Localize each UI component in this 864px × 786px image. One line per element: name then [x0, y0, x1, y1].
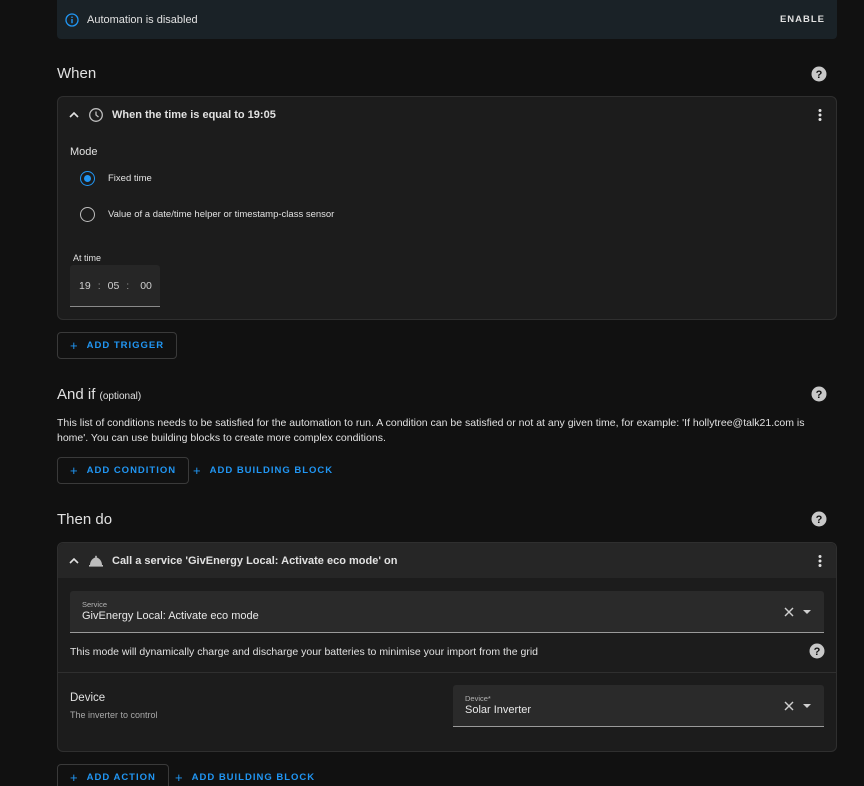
add-trigger-label: ADD TRIGGER [86, 340, 165, 351]
help-icon[interactable]: ? [811, 386, 827, 402]
plus-icon: + [70, 338, 78, 353]
device-subtitle: The inverter to control [70, 710, 158, 720]
action-header[interactable]: Call a service 'GivEnergy Local: Activat… [58, 543, 836, 578]
help-icon[interactable]: ? [811, 511, 827, 527]
service-label: Service [82, 600, 108, 609]
disabled-banner: Automation is disabled ENABLE [57, 0, 837, 39]
and-if-label: And if [57, 386, 96, 403]
radio-label: Value of a date/time helper or timestamp… [108, 209, 335, 220]
device-title: Device [70, 692, 106, 704]
info-icon [65, 12, 79, 27]
seconds-field[interactable]: 00 [140, 280, 152, 292]
add-building-block-button[interactable]: + ADD BUILDING BLOCK [181, 457, 345, 484]
chevron-up-icon[interactable] [68, 109, 80, 121]
at-time-label: At time [73, 253, 102, 263]
radio-label: Fixed time [108, 173, 152, 184]
more-vert-icon[interactable] [812, 553, 828, 569]
help-icon[interactable]: ? [809, 643, 825, 659]
clock-icon [88, 107, 104, 123]
add-action-button[interactable]: + ADD ACTION [57, 764, 169, 786]
radio-button-unchecked[interactable] [80, 207, 95, 222]
when-title: When [57, 65, 97, 82]
mode-label: Mode [70, 146, 98, 158]
device-label: Device* [465, 694, 491, 703]
plus-icon: + [70, 769, 78, 785]
automation-editor: Automation is disabled ENABLE When ? Whe… [0, 0, 864, 786]
plus-icon: + [70, 463, 78, 478]
action-card: Call a service 'GivEnergy Local: Activat… [57, 542, 837, 752]
more-vert-icon[interactable] [812, 107, 828, 123]
plus-icon: + [193, 463, 201, 478]
radio-fixed-time[interactable]: Fixed time [80, 171, 152, 186]
divider [58, 672, 836, 673]
time-input[interactable]: 19 : 05 : 00 [70, 265, 160, 307]
help-icon[interactable]: ? [811, 66, 827, 82]
hours-field[interactable]: 19 [79, 280, 91, 292]
action-title: Call a service 'GivEnergy Local: Activat… [112, 554, 398, 567]
add-trigger-button[interactable]: + ADD TRIGGER [57, 332, 178, 359]
radio-helper-sensor[interactable]: Value of a date/time helper or timestamp… [80, 207, 334, 222]
svg-text:?: ? [816, 389, 823, 401]
time-separator: : [97, 279, 101, 292]
then-do-title: Then do [57, 511, 113, 528]
add-building-block-label: ADD BUILDING BLOCK [209, 465, 334, 476]
dropdown-arrow-icon[interactable] [801, 700, 813, 712]
svg-text:?: ? [816, 514, 823, 526]
conditions-description: This list of conditions needs to be sati… [57, 417, 805, 444]
trigger-card: When the time is equal to 19:05 Mode Fix… [57, 96, 837, 320]
trigger-title: When the time is equal to 19:05 [112, 108, 276, 121]
add-building-block-button[interactable]: + ADD BUILDING BLOCK [163, 764, 327, 786]
dropdown-arrow-icon[interactable] [801, 606, 813, 618]
svg-text:?: ? [814, 646, 821, 658]
close-icon[interactable] [783, 606, 795, 618]
radio-button-checked[interactable] [80, 171, 95, 186]
and-if-title: And if (optional) [57, 386, 141, 403]
time-separator: : [126, 279, 130, 292]
plus-icon: + [175, 769, 183, 785]
add-action-label: ADD ACTION [86, 771, 156, 783]
service-icon [88, 553, 104, 569]
service-select[interactable]: Service GivEnergy Local: Activate eco mo… [70, 591, 824, 633]
minutes-field[interactable]: 05 [108, 280, 120, 292]
chevron-up-icon[interactable] [68, 555, 80, 567]
trigger-header[interactable]: When the time is equal to 19:05 [58, 97, 836, 132]
optional-label: (optional) [99, 391, 142, 402]
add-condition-button[interactable]: + ADD CONDITION [57, 457, 190, 484]
device-select[interactable]: Device* Solar Inverter [453, 685, 824, 727]
service-value: GivEnergy Local: Activate eco mode [82, 610, 259, 622]
service-description: This mode will dynamically charge and di… [70, 646, 539, 658]
banner-text: Automation is disabled [87, 13, 198, 26]
add-condition-label: ADD CONDITION [86, 465, 177, 476]
device-value: Solar Inverter [465, 704, 532, 716]
svg-text:?: ? [816, 69, 823, 81]
enable-button[interactable]: ENABLE [780, 14, 825, 25]
add-building-block-label: ADD BUILDING BLOCK [191, 771, 316, 783]
close-icon[interactable] [783, 700, 795, 712]
